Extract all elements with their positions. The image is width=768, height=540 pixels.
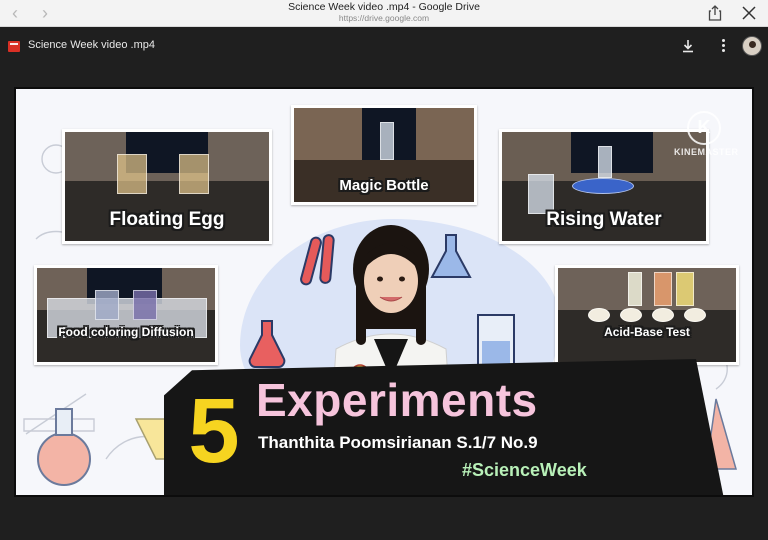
thumbnail-label: Food coloring Diffusion	[58, 325, 194, 339]
close-icon[interactable]	[740, 4, 758, 22]
thumbnail-food-coloring-diffusion: Food coloring Diffusion	[34, 265, 218, 365]
video-file-icon	[8, 41, 20, 52]
browser-top-bar: ‹ › Science Week video .mp4 - Google Dri…	[0, 0, 768, 27]
more-vertical-icon[interactable]	[720, 37, 726, 55]
chevron-right-icon[interactable]: ›	[36, 4, 54, 22]
thumbnail-label: Rising Water	[546, 209, 662, 230]
thumbnail-label: Acid-Base Test	[604, 325, 690, 339]
download-icon[interactable]	[680, 38, 696, 54]
kinemaster-logo	[687, 111, 721, 145]
thumbnail-label: Magic Bottle	[339, 177, 429, 194]
thumbnail-magic-bottle: Magic Bottle	[291, 105, 477, 205]
share-icon[interactable]	[706, 4, 724, 22]
chevron-left-icon[interactable]: ‹	[6, 4, 24, 22]
page-title: Science Week video .mp4 - Google Drive	[288, 1, 480, 13]
title-area: Science Week video .mp4 - Google Drive h…	[200, 1, 568, 24]
drive-viewer-header: Science Week video .mp4	[0, 28, 768, 64]
hashtag: #ScienceWeek	[462, 460, 587, 480]
title-number: 5	[188, 380, 240, 482]
author-line: Thanthita Poomsirianan S.1/7 No.9	[258, 433, 538, 452]
file-name: Science Week video .mp4	[28, 39, 155, 51]
video-player[interactable]: Floating Egg Magic Bottle Rising Water F…	[14, 87, 754, 497]
thumbnail-label: Floating Egg	[109, 209, 225, 230]
watermark-text: KINEMASTER	[674, 147, 739, 157]
video-title: Experiments	[256, 374, 538, 426]
kinemaster-watermark: KINEMASTER	[674, 111, 739, 157]
user-avatar[interactable]	[742, 36, 762, 56]
thumbnail-acid-base-test: Acid-Base Test	[555, 265, 739, 365]
page-url: https://drive.google.com	[338, 13, 430, 23]
thumbnail-floating-egg: Floating Egg	[62, 129, 272, 244]
